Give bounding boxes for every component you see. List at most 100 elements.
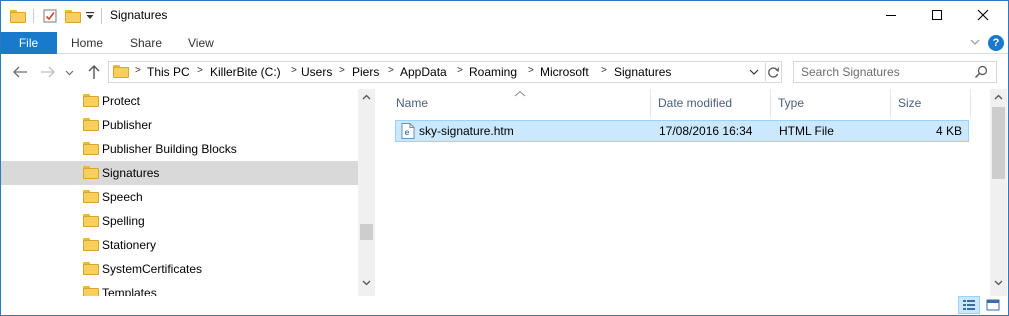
title-separator xyxy=(101,8,102,24)
nav-item-label: Publisher xyxy=(102,118,153,132)
minimize-icon xyxy=(886,15,896,16)
nav-item-protect[interactable]: Protect xyxy=(0,89,358,113)
window-title: Signatures xyxy=(110,8,168,22)
recent-locations-button[interactable] xyxy=(63,64,75,80)
title-bar: Signatures xyxy=(0,0,1009,32)
nav-item-spelling[interactable]: Spelling xyxy=(0,209,358,233)
content-scrollbar[interactable] xyxy=(990,89,1007,296)
nav-item-label: Templates xyxy=(102,286,157,296)
nav-item-templates[interactable]: Templates xyxy=(0,281,358,296)
nav-item-label: SystemCertificates xyxy=(102,262,203,276)
search-input[interactable] xyxy=(801,64,971,80)
refresh-button[interactable] xyxy=(765,63,781,81)
breadcrumb-item[interactable]: KillerBite (C:) xyxy=(210,65,281,79)
file-list: Name Date modified Type Size e sky-signa… xyxy=(380,89,1009,296)
quick-access-separator xyxy=(33,9,34,23)
breadcrumb-separator-icon[interactable]: > xyxy=(601,65,607,76)
nav-item-label: Protect xyxy=(102,94,141,108)
folder-icon xyxy=(83,118,99,134)
nav-item-publisher[interactable]: Publisher xyxy=(0,113,358,137)
breadcrumb-separator-icon[interactable]: > xyxy=(528,65,534,76)
status-bar xyxy=(0,296,1009,316)
breadcrumb-separator-icon[interactable]: > xyxy=(291,65,297,76)
breadcrumb-separator-icon[interactable]: > xyxy=(135,65,141,76)
column-divider[interactable] xyxy=(970,89,971,117)
breadcrumb-item[interactable]: Microsoft xyxy=(540,65,589,79)
breadcrumb-separator-icon[interactable]: > xyxy=(339,65,345,76)
column-header-date-modified[interactable]: Date modified xyxy=(651,89,771,117)
file-date-modified: 17/08/2016 16:34 xyxy=(659,124,753,138)
nav-item-systemcertificates[interactable]: SystemCertificates xyxy=(0,257,358,281)
scroll-down-icon[interactable] xyxy=(990,274,1007,291)
up-button[interactable] xyxy=(85,64,103,80)
tab-view[interactable]: View xyxy=(188,36,214,50)
breadcrumb-item[interactable]: This PC xyxy=(147,65,190,79)
content-scroll-thumb[interactable] xyxy=(992,107,1005,179)
breadcrumb-separator-icon[interactable]: > xyxy=(197,65,203,76)
details-view-icon[interactable] xyxy=(958,296,980,314)
folder-icon xyxy=(83,190,99,206)
nav-item-label: Signatures xyxy=(102,166,160,180)
navigation-pane: Protect Publisher Publisher Building Blo… xyxy=(0,89,375,296)
nav-item-signatures[interactable]: Signatures xyxy=(0,161,358,185)
address-bar[interactable]: > This PC > KillerBite (C:) > Users > Pi… xyxy=(108,61,782,83)
tab-home[interactable]: Home xyxy=(71,36,103,50)
column-header-size[interactable]: Size xyxy=(891,89,971,117)
file-name: sky-signature.htm xyxy=(419,124,514,138)
folder-icon xyxy=(83,286,99,296)
column-header-type[interactable]: Type xyxy=(771,89,891,117)
nav-pane-scrollbar[interactable] xyxy=(358,89,375,296)
breadcrumb-item[interactable]: Roaming xyxy=(469,65,517,79)
breadcrumb-separator-icon[interactable]: > xyxy=(388,65,394,76)
file-row-selected[interactable]: e sky-signature.htm 17/08/2016 16:34 HTM… xyxy=(395,120,969,142)
nav-pane-scroll-thumb[interactable] xyxy=(360,224,373,240)
refresh-icon xyxy=(768,66,780,78)
forward-button[interactable] xyxy=(39,64,57,80)
tab-share[interactable]: Share xyxy=(130,36,162,50)
search-icon[interactable] xyxy=(974,65,990,81)
chevron-down-icon xyxy=(65,70,73,75)
column-header-label: Name xyxy=(396,96,429,110)
nav-item-label: Stationery xyxy=(102,238,157,252)
breadcrumb-separator-icon[interactable]: > xyxy=(457,65,463,76)
file-size: 4 KB xyxy=(935,124,962,138)
folder-icon xyxy=(83,214,99,230)
breadcrumb-item[interactable]: Users xyxy=(301,65,332,79)
svg-text:e: e xyxy=(405,128,410,137)
folder-icon xyxy=(9,6,27,26)
help-icon[interactable]: ? xyxy=(988,35,1004,51)
up-arrow-icon xyxy=(88,65,100,79)
minimize-button[interactable] xyxy=(868,0,914,30)
new-folder-icon[interactable] xyxy=(63,6,83,26)
maximize-icon xyxy=(932,10,942,20)
close-button[interactable] xyxy=(960,0,1006,30)
folder-icon xyxy=(83,166,99,182)
tab-file[interactable]: File xyxy=(0,32,57,54)
ribbon: File Home Share View ? xyxy=(0,32,1009,54)
folder-icon xyxy=(83,238,99,254)
address-history-chevron-down-icon[interactable] xyxy=(747,65,761,79)
customize-dropdown-icon[interactable] xyxy=(84,6,96,26)
search-box[interactable] xyxy=(793,61,997,83)
maximize-button[interactable] xyxy=(914,0,960,30)
folder-icon xyxy=(83,262,99,278)
nav-item-speech[interactable]: Speech xyxy=(0,185,358,209)
breadcrumb-item[interactable]: AppData xyxy=(400,65,447,79)
breadcrumb-item[interactable]: Piers xyxy=(352,65,379,79)
scroll-up-icon[interactable] xyxy=(358,89,375,106)
html-file-icon: e xyxy=(401,123,415,139)
nav-item-stationery[interactable]: Stationery xyxy=(0,233,358,257)
nav-item-label: Publisher Building Blocks xyxy=(102,142,237,156)
scroll-down-icon[interactable] xyxy=(358,274,375,291)
large-icons-view-icon[interactable] xyxy=(982,296,1004,314)
folder-icon xyxy=(113,65,129,81)
nav-item-label: Speech xyxy=(102,190,143,204)
breadcrumb-item-current[interactable]: Signatures xyxy=(614,65,671,79)
forward-arrow-icon xyxy=(41,66,55,78)
scroll-up-icon[interactable] xyxy=(990,89,1007,106)
back-button[interactable] xyxy=(11,64,29,80)
expand-ribbon-chevron-down-icon[interactable] xyxy=(968,35,982,49)
properties-icon[interactable] xyxy=(40,6,60,26)
nav-item-publisher-building-blocks[interactable]: Publisher Building Blocks xyxy=(0,137,358,161)
column-header-name[interactable]: Name xyxy=(389,89,651,117)
